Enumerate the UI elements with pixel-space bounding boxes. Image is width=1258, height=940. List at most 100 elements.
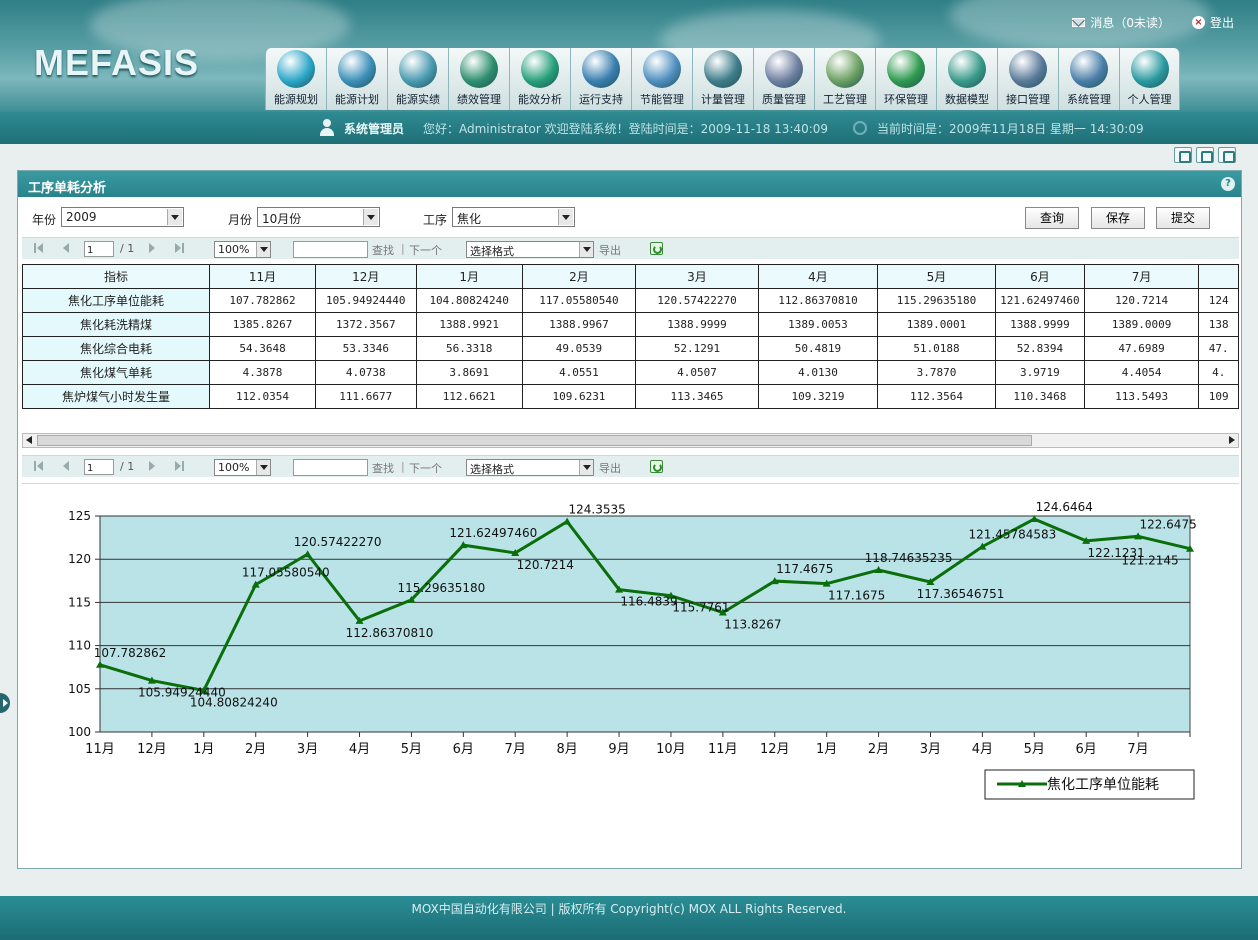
table-cell: 121.62497460 — [995, 288, 1085, 313]
last-page-icon[interactable] — [174, 243, 184, 253]
prev-page-icon[interactable] — [60, 243, 70, 253]
find-input[interactable] — [293, 459, 368, 476]
x-tick-label: 4月 — [972, 742, 993, 757]
row-label: 焦化煤气单耗 — [22, 360, 211, 385]
nav-item-14[interactable]: 个人管理 — [1119, 48, 1180, 110]
table-cell: 4.0507 — [635, 360, 759, 385]
print-icon[interactable] — [1218, 147, 1236, 163]
energy-plan-icon — [338, 50, 376, 88]
table-cell: 115.29635180 — [876, 288, 997, 313]
zoom-select[interactable]: 100% — [214, 459, 271, 476]
refresh-icon[interactable] — [650, 460, 663, 473]
nav-item-11[interactable]: 数据模型 — [936, 48, 997, 110]
nav-item-9[interactable]: 工艺管理 — [814, 48, 875, 110]
page-input[interactable]: 1 — [84, 241, 114, 257]
nav-label: 计量管理 — [701, 93, 745, 106]
nav-item-7[interactable]: 计量管理 — [692, 48, 753, 110]
table-cell: 1388.9999 — [635, 312, 759, 337]
export-link[interactable]: 导出 — [599, 460, 621, 476]
x-tick-label: 2月 — [245, 742, 266, 757]
prev-page-icon[interactable] — [60, 461, 70, 471]
sidebar-toggle-icon[interactable] — [0, 693, 10, 713]
table-cell: 112.0354 — [209, 384, 317, 409]
messages-link[interactable]: 消息（0未读） — [1072, 14, 1170, 31]
zoom-select[interactable]: 100% — [214, 241, 271, 258]
chevron-down-icon — [558, 209, 573, 225]
nav-item-13[interactable]: 系统管理 — [1058, 48, 1119, 110]
table-cell: 4.0551 — [521, 360, 637, 385]
help-icon[interactable]: ? — [1221, 177, 1235, 191]
chart-toolbar: 1 / 1 100% 查找 | 下一个 选择格式 导出 — [22, 455, 1239, 477]
nav-item-1[interactable]: 能源计划 — [326, 48, 387, 110]
nav-item-12[interactable]: 接口管理 — [997, 48, 1058, 110]
next-page-icon[interactable] — [148, 461, 158, 471]
year-select[interactable]: 2009 — [61, 207, 184, 227]
nav-label: 能源规划 — [274, 93, 318, 106]
x-tick-label: 6月 — [453, 742, 474, 757]
save-button[interactable]: 保存 — [1091, 207, 1145, 229]
table-cell: 4.3878 — [209, 360, 317, 385]
table-cell: 120.57422270 — [635, 288, 759, 313]
home-icon[interactable] — [1174, 147, 1192, 163]
data-label: 117.36546751 — [917, 587, 1005, 601]
format-select[interactable]: 选择格式 — [466, 459, 594, 476]
nav-item-4[interactable]: 能效分析 — [509, 48, 570, 110]
find-link[interactable]: 查找 — [372, 460, 394, 476]
y-tick-label: 125 — [68, 509, 91, 523]
scroll-right-icon[interactable] — [1226, 435, 1237, 446]
nav-item-0[interactable]: 能源规划 — [265, 48, 326, 110]
find-next-link[interactable]: 下一个 — [409, 242, 442, 258]
table-cell: 138 — [1198, 312, 1239, 337]
chevron-down-icon — [256, 460, 270, 475]
process-label: 工序 — [423, 213, 448, 227]
logout-link[interactable]: × 登出 — [1191, 14, 1234, 31]
data-label: 121.62497460 — [449, 526, 537, 540]
app-logo: MEFASIS — [34, 42, 200, 83]
x-tick-label: 3月 — [297, 742, 318, 757]
nav-label: 环保管理 — [884, 93, 928, 106]
submit-button[interactable]: 提交 — [1156, 207, 1210, 229]
year-label: 年份 — [32, 213, 57, 227]
x-tick-label: 5月 — [401, 742, 422, 757]
nav-item-2[interactable]: 能源实绩 — [387, 48, 448, 110]
first-page-icon[interactable] — [34, 461, 44, 471]
process-select[interactable]: 焦化 — [452, 207, 575, 227]
next-page-icon[interactable] — [148, 243, 158, 253]
last-page-icon[interactable] — [174, 461, 184, 471]
find-link[interactable]: 查找 — [372, 242, 394, 258]
x-tick-label: 6月 — [1076, 742, 1097, 757]
column-header: 2月 — [521, 264, 637, 289]
nav-item-8[interactable]: 质量管理 — [753, 48, 814, 110]
x-tick-label: 11月 — [85, 742, 115, 757]
search-icon[interactable] — [1196, 147, 1214, 163]
refresh-icon[interactable] — [650, 242, 663, 255]
current-time: 当前时间是：2009年11月18日 星期一 14:30:09 — [877, 122, 1144, 136]
find-next-link[interactable]: 下一个 — [409, 460, 442, 476]
user-role: 系统管理员 — [344, 122, 405, 136]
horizontal-scrollbar[interactable] — [22, 433, 1239, 448]
format-select[interactable]: 选择格式 — [466, 241, 594, 258]
messages-label: 消息（0未读） — [1090, 16, 1170, 30]
chevron-down-icon — [167, 209, 182, 225]
scroll-left-icon[interactable] — [24, 435, 35, 446]
table-row: 焦化耗洗精煤 1385.8267 1372.3567 1388.9921 1388.99… — [22, 312, 1239, 337]
column-header: 5月 — [876, 264, 997, 289]
month-select[interactable]: 10月份 — [257, 207, 380, 227]
data-label: 121.45784583 — [968, 528, 1056, 542]
first-page-icon[interactable] — [34, 243, 44, 253]
data-label: 115.7761 — [672, 601, 729, 615]
find-input[interactable] — [293, 241, 368, 258]
export-link[interactable]: 导出 — [599, 242, 621, 258]
nav-item-10[interactable]: 环保管理 — [875, 48, 936, 110]
month-label: 月份 — [228, 213, 253, 227]
main-nav: 能源规划 能源计划 能源实绩 绩效管理 能效分析 运行支持 节能管理 计量管理 质量管理 工艺管理… — [265, 48, 1180, 110]
top-links: 消息（0未读） × 登出 — [1072, 14, 1234, 31]
nav-item-3[interactable]: 绩效管理 — [448, 48, 509, 110]
query-button[interactable]: 查询 — [1025, 207, 1079, 229]
nav-item-6[interactable]: 节能管理 — [631, 48, 692, 110]
nav-item-5[interactable]: 运行支持 — [570, 48, 631, 110]
year-value: 2009 — [66, 210, 97, 224]
scroll-thumb[interactable] — [37, 435, 1032, 446]
page-input[interactable]: 1 — [84, 459, 114, 475]
x-tick-label: 10月 — [656, 742, 686, 757]
